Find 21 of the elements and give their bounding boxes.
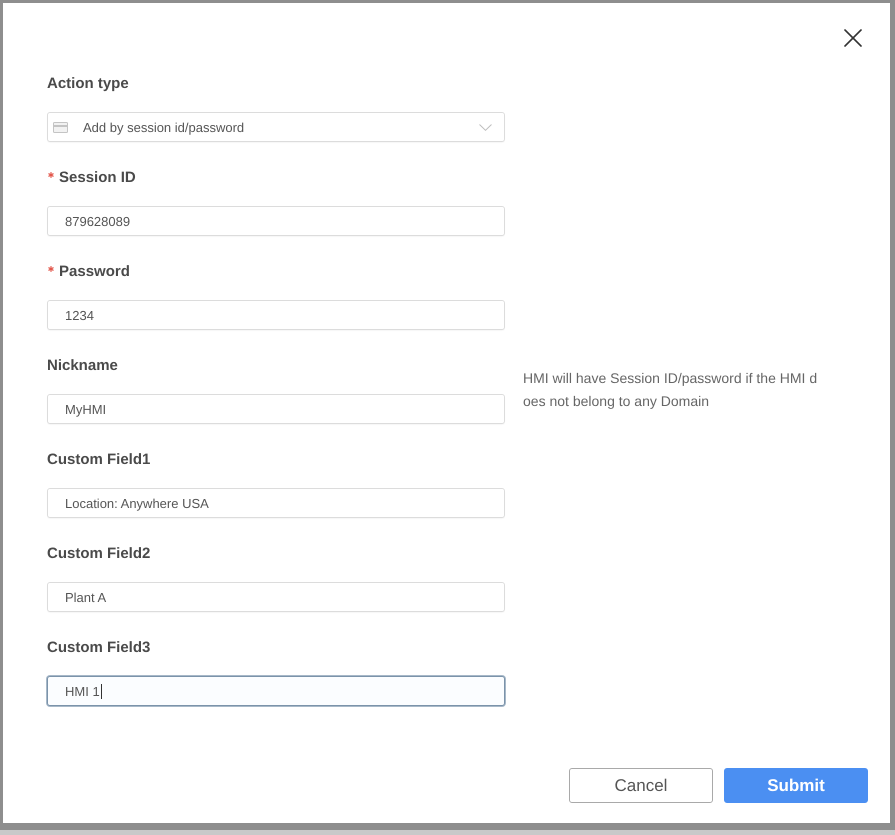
- field-label: Password: [59, 262, 130, 282]
- text-input-field[interactable]: Plant A: [47, 582, 505, 612]
- field-label: Custom Field1: [47, 450, 150, 470]
- cancel-button[interactable]: Cancel: [569, 768, 713, 803]
- text-input-field[interactable]: HMI 1: [47, 676, 505, 706]
- field-label: Session ID: [59, 168, 136, 188]
- field-label: Nickname: [47, 356, 118, 376]
- text-cursor-icon: [100, 684, 102, 698]
- close-button[interactable]: [844, 29, 862, 47]
- field-label: Custom Field3: [47, 638, 150, 658]
- chevron-down-icon: [479, 124, 492, 130]
- text-input-field[interactable]: 879628089: [47, 206, 505, 236]
- text-input-field[interactable]: 1234: [47, 300, 505, 330]
- card-icon: [53, 122, 68, 132]
- field-label: Action type: [47, 74, 129, 94]
- field-label: Custom Field2: [47, 544, 150, 564]
- close-icon: [844, 29, 862, 47]
- text-input-field[interactable]: MyHMI: [47, 394, 505, 424]
- text-input-field[interactable]: Location: Anywhere USA: [47, 488, 505, 518]
- help-text: HMI will have Session ID/password if the HMI d oes not belong to any Domain: [523, 369, 818, 411]
- action-type-select[interactable]: Add by session id/password: [47, 112, 505, 142]
